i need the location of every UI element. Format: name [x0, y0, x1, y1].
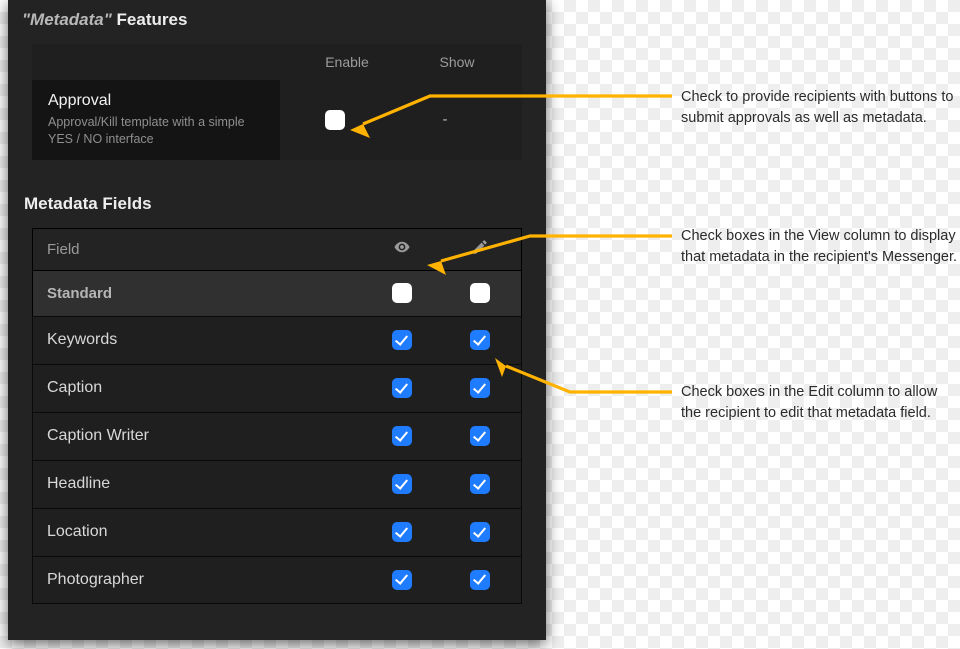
fields-header-label: Field — [33, 241, 363, 258]
field-label: Location — [33, 523, 363, 541]
field-edit-checkbox[interactable] — [470, 426, 490, 446]
approval-enable-checkbox[interactable] — [325, 110, 345, 130]
view-column-header — [363, 238, 441, 260]
annotation-edit-column: Check boxes in the Edit column to allow … — [681, 382, 960, 424]
annotation-enable-checkbox: Check to provide recipients with buttons… — [681, 87, 960, 129]
field-view-checkbox[interactable] — [392, 378, 412, 398]
standard-group-edit-checkbox[interactable] — [470, 283, 490, 303]
field-row: Location — [32, 508, 522, 556]
metadata-features-title: "Metadata" Features — [8, 0, 546, 44]
standard-group-view-checkbox[interactable] — [392, 283, 412, 303]
fields-group-row-standard: Standard — [32, 270, 522, 316]
field-view-checkbox[interactable] — [392, 522, 412, 542]
field-label: Keywords — [33, 331, 363, 349]
fields-group-label: Standard — [33, 285, 363, 302]
feature-show-cell: - — [390, 111, 500, 129]
field-row: Caption — [32, 364, 522, 412]
feature-name: Approval — [48, 92, 264, 110]
field-view-checkbox[interactable] — [392, 570, 412, 590]
field-label: Caption Writer — [33, 427, 363, 445]
feature-show-value: - — [443, 111, 448, 128]
field-view-checkbox[interactable] — [392, 330, 412, 350]
annotation-view-column: Check boxes in the View column to displa… — [681, 226, 960, 268]
fields-header-row: Field — [32, 228, 522, 270]
field-row: Photographer — [32, 556, 522, 604]
field-edit-checkbox[interactable] — [470, 378, 490, 398]
metadata-fields-table: Field Standard Keywords Caption Caption Wr… — [32, 228, 522, 604]
title-plain-part: Features — [112, 10, 188, 29]
field-view-checkbox[interactable] — [392, 426, 412, 446]
field-row: Caption Writer — [32, 412, 522, 460]
feature-description: Approval/Kill template with a simple YES… — [48, 114, 248, 148]
feature-name-cell: Approval Approval/Kill template with a s… — [32, 80, 280, 160]
pencil-icon — [471, 238, 489, 256]
title-quoted-part: "Metadata" — [22, 10, 112, 29]
field-row: Keywords — [32, 316, 522, 364]
metadata-settings-panel: "Metadata" Features Enable Show Approval… — [8, 0, 546, 640]
field-edit-checkbox[interactable] — [470, 330, 490, 350]
feature-row-approval: Approval Approval/Kill template with a s… — [32, 80, 522, 160]
metadata-fields-title: Metadata Fields — [8, 186, 546, 228]
field-label: Photographer — [33, 571, 363, 589]
field-label: Headline — [33, 475, 363, 493]
eye-icon — [393, 238, 411, 256]
field-label: Caption — [33, 379, 363, 397]
feature-enable-cell — [280, 110, 390, 130]
field-view-checkbox[interactable] — [392, 474, 412, 494]
features-header-row: Enable Show — [32, 44, 522, 80]
features-table: Enable Show Approval Approval/Kill templ… — [32, 44, 522, 160]
edit-column-header — [441, 238, 519, 260]
field-edit-checkbox[interactable] — [470, 474, 490, 494]
field-row: Headline — [32, 460, 522, 508]
field-edit-checkbox[interactable] — [470, 570, 490, 590]
column-header-show: Show — [402, 54, 512, 70]
field-edit-checkbox[interactable] — [470, 522, 490, 542]
column-header-enable: Enable — [292, 54, 402, 70]
